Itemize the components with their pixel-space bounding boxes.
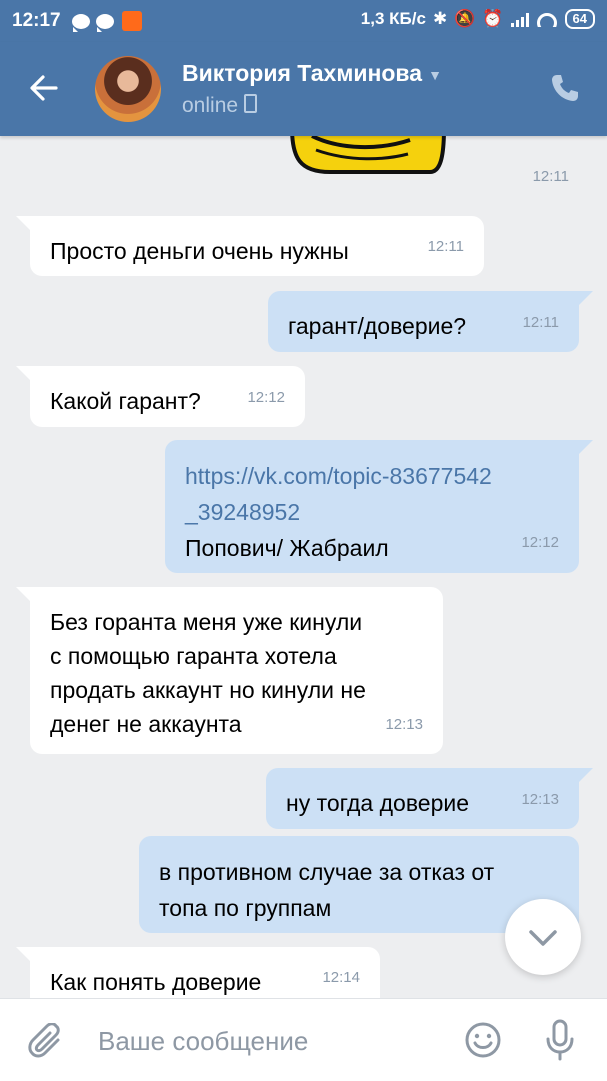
mute-icon: 🔕 <box>454 9 476 28</box>
message-incoming[interactable]: Просто деньги очень нужны 12:11 <box>16 216 484 276</box>
message-link[interactable]: https://vk.com/topic-83677542 _39248952 <box>185 458 559 530</box>
message-time: 12:12 <box>521 534 559 551</box>
status-time: 12:17 <box>12 10 61 31</box>
mobile-icon <box>244 94 258 113</box>
alarm-icon: ⏰ <box>482 9 504 28</box>
message-time: 12:14 <box>322 969 360 986</box>
bluetooth-icon: ✱ <box>432 9 448 28</box>
message-text-line: Без горанта меня уже кинули <box>50 609 363 635</box>
signal-icon <box>510 11 529 27</box>
attach-icon[interactable] <box>28 1023 66 1061</box>
message-time: 12:11 <box>532 168 569 185</box>
message-input[interactable] <box>96 1019 440 1063</box>
battery-indicator: 64 <box>564 9 595 29</box>
chat-header: Виктория Тахминова ▼ online <box>0 42 607 136</box>
chevron-down-icon: ▼ <box>428 66 442 83</box>
contact-name-text: Виктория Тахминова <box>182 60 423 86</box>
message-text: Какой гарант? <box>50 388 201 414</box>
chevron-down-icon <box>529 930 557 946</box>
message-incoming[interactable]: Без горанта меня уже кинули с помощью га… <box>16 587 443 754</box>
message-text-line: в противном случае за отказ от <box>159 859 495 885</box>
message-text-line: продать аккаунт но кинули не <box>50 677 366 703</box>
message-text: Просто деньги очень нужны <box>50 238 349 264</box>
message-time: 12:13 <box>385 716 423 733</box>
microphone-icon[interactable] <box>545 1019 575 1061</box>
chat-notification-icon <box>96 13 114 32</box>
message-text: ну тогда доверие <box>286 790 470 816</box>
link-text-line: https://vk.com/topic-83677542 <box>185 463 492 489</box>
message-incoming[interactable]: Какой гарант? 12:12 <box>16 366 305 427</box>
message-list[interactable]: 12:11 Просто деньги очень нужны 12:11 га… <box>0 136 607 998</box>
contact-status: online <box>182 94 258 118</box>
message-outgoing[interactable]: ну тогда доверие 12:13 <box>266 768 593 829</box>
message-time: 12:12 <box>247 389 285 406</box>
status-right: 1,3 КБ/с ✱ 🔕 ⏰ 64 <box>361 9 595 29</box>
message-composer <box>0 998 607 1081</box>
link-text-line: _39248952 <box>185 499 301 525</box>
notification-icons <box>72 11 142 32</box>
net-speed: 1,3 КБ/с <box>360 9 426 28</box>
message-text: Попович/ Жабраил <box>185 535 389 561</box>
message-incoming[interactable]: Как понять доверие 12:14 <box>16 947 380 998</box>
contact-name[interactable]: Виктория Тахминова ▼ <box>182 60 442 87</box>
scroll-down-button[interactable] <box>505 899 581 975</box>
message-outgoing[interactable]: гарант/доверие? 12:11 <box>268 291 593 352</box>
avatar[interactable] <box>95 56 161 122</box>
message-time: 12:13 <box>521 791 559 808</box>
message-time: 12:11 <box>522 314 559 331</box>
message-outgoing[interactable]: https://vk.com/topic-83677542 _39248952 … <box>165 440 593 573</box>
status-bar: 12:17 1,3 КБ/с ✱ 🔕 ⏰ 64 <box>0 0 607 42</box>
message-text-line: денег не аккаунта <box>50 711 242 737</box>
chat-notification-icon <box>72 13 90 32</box>
wifi-icon <box>536 11 558 27</box>
message-text-line: топа по группам <box>159 895 332 921</box>
sticker[interactable] <box>290 136 450 180</box>
app-notification-icon <box>122 11 142 31</box>
message-text: гарант/доверие? <box>288 313 467 339</box>
emoji-icon[interactable] <box>464 1021 502 1059</box>
back-arrow-icon[interactable] <box>26 70 62 106</box>
message-time: 12:11 <box>427 238 464 255</box>
contact-status-text: online <box>182 94 239 117</box>
message-text-line: с помощью гаранта хотела <box>50 643 337 669</box>
phone-call-icon[interactable] <box>549 72 581 104</box>
message-text: Как понять доверие <box>50 969 262 995</box>
